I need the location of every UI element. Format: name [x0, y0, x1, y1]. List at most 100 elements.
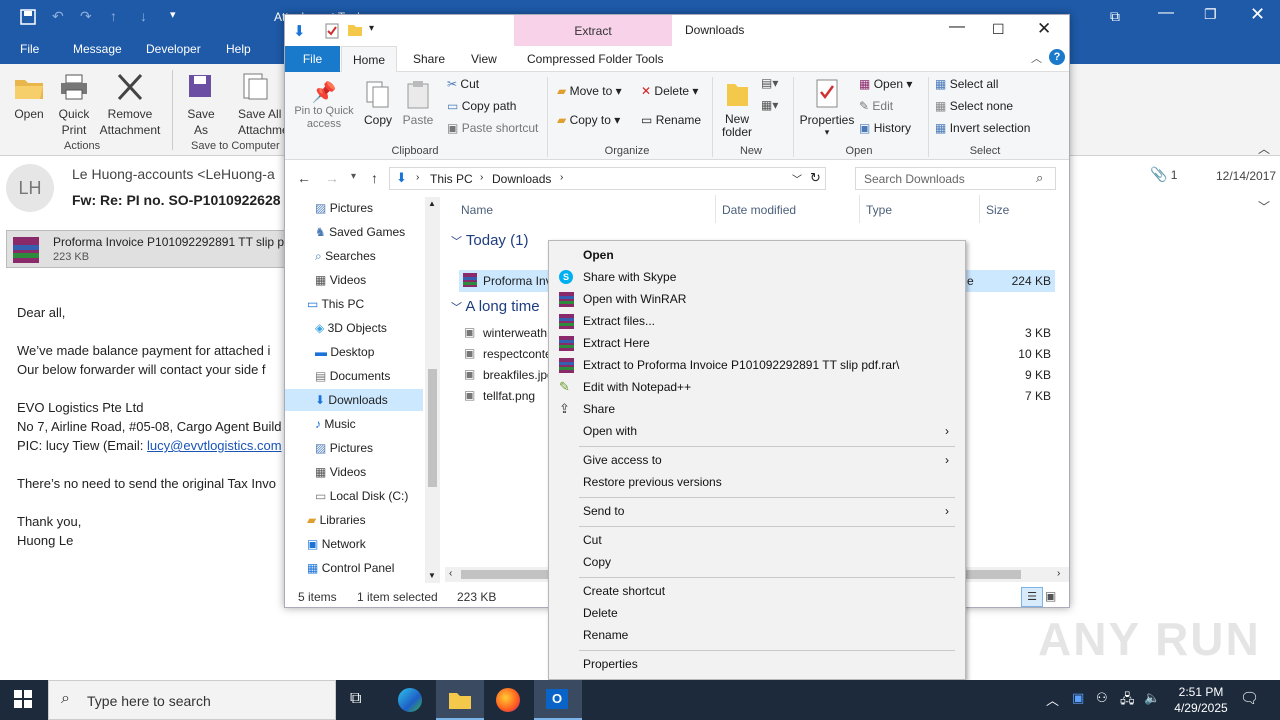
scroll-left-icon[interactable]: ‹	[449, 568, 452, 579]
address-bar[interactable]: ⬇ › This PC › Downloads › ﹀ ↻	[389, 167, 826, 190]
scroll-right-icon[interactable]: ›	[1057, 568, 1060, 579]
nav-downloads[interactable]: ⬇ Downloads	[285, 389, 423, 411]
undo-icon[interactable]: ↶	[52, 8, 64, 25]
new-folder-button[interactable]: New folder	[719, 78, 755, 139]
open-button[interactable]: ▦ Open ▾	[859, 77, 912, 91]
easy-access-icon[interactable]: ▦▾	[761, 98, 778, 112]
nav-pictures-pc[interactable]: ▨ Pictures	[315, 437, 373, 459]
network-icon[interactable]: 🖧	[1120, 690, 1135, 712]
menu-delete[interactable]: Delete	[583, 602, 618, 624]
menu-open-winrar[interactable]: Open with WinRAR	[583, 288, 686, 310]
nav-videos-pc[interactable]: ▦ Videos	[315, 461, 366, 483]
minimize-icon[interactable]: —	[949, 18, 965, 36]
cut-button[interactable]: ✂ Cut	[447, 77, 479, 91]
group-header-today[interactable]: ﹀ Today (1)	[451, 232, 528, 249]
tab-help[interactable]: Help	[226, 42, 251, 56]
nav-control-panel[interactable]: ▦ Control Panel	[307, 557, 394, 579]
sender[interactable]: Le Huong-accounts <LeHuong-a	[72, 166, 275, 182]
nav-saved-games[interactable]: ♞ Saved Games	[315, 221, 405, 243]
ribbon-collapse-icon[interactable]: ︿	[1031, 50, 1042, 66]
volume-icon[interactable]: 🔈	[1144, 690, 1160, 706]
taskbar-search-box[interactable]: ⌕ Type here to search	[48, 680, 336, 720]
redo-icon[interactable]: ↷	[80, 8, 92, 25]
close-icon[interactable]: ✕	[1250, 4, 1265, 25]
expand-header-icon[interactable]: ﹀	[1258, 198, 1270, 215]
properties-qat-icon[interactable]	[325, 23, 339, 42]
menu-properties[interactable]: Properties	[583, 653, 638, 675]
forward-arrow-icon[interactable]: →	[325, 170, 339, 186]
large-icons-view-icon[interactable]: ▣	[1045, 589, 1056, 603]
tab-message[interactable]: Message	[73, 42, 122, 56]
paste-shortcut-button[interactable]: ▣ Paste shortcut	[447, 121, 538, 135]
up-arrow-icon[interactable]: ↑	[110, 8, 117, 24]
column-name[interactable]: Name	[461, 203, 493, 217]
tab-developer[interactable]: Developer	[146, 42, 201, 56]
back-arrow-icon[interactable]: ←	[297, 170, 311, 186]
taskbar-search-input[interactable]: Type here to search	[87, 693, 211, 709]
menu-extract-files[interactable]: Extract files...	[583, 310, 655, 332]
search-icon[interactable]: ⌕	[1036, 170, 1043, 186]
nav-pictures[interactable]: ▨ Pictures	[315, 197, 373, 219]
nav-local-disk[interactable]: ▭ Local Disk (C:)	[315, 485, 408, 507]
select-none-button[interactable]: ▦ Select none	[935, 99, 1013, 113]
show-hidden-icons-icon[interactable]: ︿	[1046, 690, 1059, 709]
menu-open-with[interactable]: Open with ›	[583, 420, 959, 442]
remove-attachment-button[interactable]: Remove Attachment	[96, 72, 164, 138]
scroll-up-icon[interactable]: ▲	[428, 199, 436, 208]
nav-libraries[interactable]: ▰ Libraries	[307, 509, 366, 531]
customize-toolbar-icon[interactable]: ▾	[170, 8, 176, 21]
paste-button[interactable]: Paste	[401, 80, 435, 127]
attachment-chip[interactable]: Proforma Invoice P101092292891 TT slip p…	[6, 230, 294, 268]
address-dropdown-icon[interactable]: ﹀	[792, 171, 802, 186]
ribbon-display-icon[interactable]: ⧉	[1110, 8, 1120, 25]
scroll-down-icon[interactable]: ▼	[428, 571, 436, 580]
save-icon[interactable]	[20, 9, 36, 28]
notifications-icon[interactable]: 🗨	[1240, 689, 1259, 707]
tab-compressed-folder-tools[interactable]: Compressed Folder Tools	[527, 52, 664, 66]
save-as-button[interactable]: Save As	[182, 72, 220, 138]
properties-button[interactable]: Properties ▾	[799, 78, 855, 138]
history-button[interactable]: ▣ History	[859, 121, 911, 135]
search-box[interactable]: Search Downloads ⌕	[855, 167, 1056, 190]
nav-network[interactable]: ▣ Network	[307, 533, 366, 555]
invert-selection-button[interactable]: ▦ Invert selection	[935, 121, 1030, 135]
windows-start-icon[interactable]	[14, 690, 32, 711]
search-downloads-input[interactable]: Search Downloads	[864, 172, 965, 186]
copy-button[interactable]: Copy	[361, 80, 395, 127]
menu-create-shortcut[interactable]: Create shortcut	[583, 580, 665, 602]
minimize-icon[interactable]: —	[1158, 4, 1174, 22]
close-icon[interactable]: ✕	[1037, 19, 1051, 39]
tab-view[interactable]: View	[471, 52, 497, 66]
details-view-icon[interactable]: ☰	[1021, 587, 1043, 607]
delete-button[interactable]: ✕ Delete ▾	[641, 84, 698, 98]
column-size[interactable]: Size	[986, 203, 1009, 217]
edge-icon[interactable]	[398, 688, 422, 712]
menu-send-to[interactable]: Send to ›	[583, 500, 959, 522]
nav-desktop[interactable]: ▬ Desktop	[315, 341, 374, 363]
help-icon[interactable]: ?	[1049, 49, 1065, 65]
new-folder-qat-icon[interactable]	[347, 23, 363, 40]
menu-edit-notepad[interactable]: Edit with Notepad++	[583, 376, 691, 398]
select-all-button[interactable]: ▦ Select all	[935, 77, 998, 91]
rename-button[interactable]: ▭ Rename	[641, 113, 701, 127]
refresh-icon[interactable]: ↻	[810, 170, 821, 186]
menu-restore-versions[interactable]: Restore previous versions	[583, 471, 722, 493]
menu-share-skype[interactable]: Share with Skype	[583, 266, 676, 288]
tab-share[interactable]: Share	[413, 52, 445, 66]
clock[interactable]: 2:51 PM 4/29/2025	[1166, 684, 1236, 716]
maximize-icon[interactable]: ☐	[992, 21, 1005, 38]
extract-context-tab[interactable]: Extract	[514, 15, 672, 46]
menu-open[interactable]: Open	[583, 244, 614, 266]
tab-file[interactable]: File	[20, 42, 39, 56]
recent-dropdown-icon[interactable]: ▾	[351, 171, 356, 182]
copy-to-button[interactable]: ▰ Copy to ▾	[557, 113, 620, 127]
nav-3d-objects[interactable]: ◈ 3D Objects	[315, 317, 387, 339]
nav-videos[interactable]: ▦ Videos	[315, 269, 366, 291]
nav-scrollbar[interactable]: ▲ ▼	[425, 197, 440, 583]
nav-music[interactable]: ♪ Music	[315, 413, 356, 435]
nav-scroll-thumb[interactable]	[428, 369, 437, 487]
column-type[interactable]: Type	[866, 203, 892, 217]
menu-extract-to[interactable]: Extract to Proforma Invoice P10109229289…	[583, 354, 899, 376]
group-header-long-ago[interactable]: ﹀ A long time	[451, 298, 540, 315]
menu-cut[interactable]: Cut	[583, 529, 602, 551]
